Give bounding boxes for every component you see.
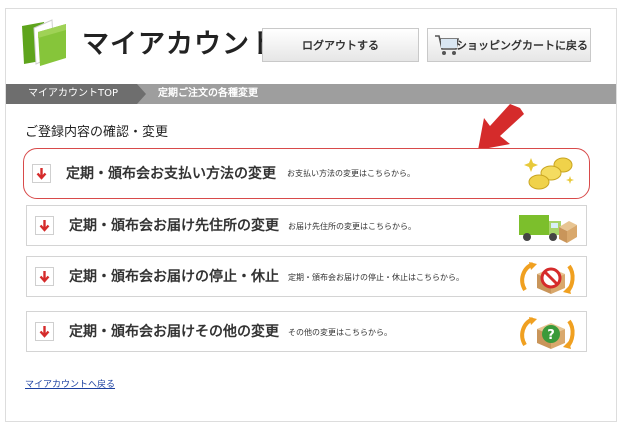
pointer-arrow-icon bbox=[478, 104, 524, 150]
arrow-down-icon bbox=[35, 322, 54, 341]
box-question-icon: ? bbox=[520, 317, 575, 349]
option-row-delivery-address[interactable]: 定期・頒布会お届け先住所の変更 お届け先住所の変更はこちらから。 bbox=[26, 205, 587, 246]
breadcrumb: マイアカウントTOP 定期ご注文の各種変更 bbox=[6, 84, 616, 104]
option-description: お支払い方法の変更はこちらから。 bbox=[287, 169, 415, 178]
page-title: マイアカウント bbox=[82, 29, 278, 60]
option-row-stop-pause-delivery[interactable]: 定期・頒布会お届けの停止・休止 定期・頒布会お届けの停止・休止はこちらから。 bbox=[26, 256, 587, 297]
box-prohibited-icon bbox=[520, 262, 575, 294]
option-label: 定期・頒布会お支払い方法の変更 bbox=[66, 166, 276, 182]
logout-button[interactable]: ログアウトする bbox=[262, 28, 419, 62]
option-row-payment-method[interactable]: 定期・頒布会お支払い方法の変更 お支払い方法の変更はこちらから。 bbox=[23, 148, 590, 199]
shopping-cart-icon bbox=[435, 35, 459, 55]
breadcrumb-item-current: 定期ご注文の各種変更 bbox=[158, 88, 258, 99]
svg-text:?: ? bbox=[547, 328, 555, 343]
coins-icon bbox=[524, 157, 574, 190]
option-description: お届け先住所の変更はこちらから。 bbox=[288, 222, 416, 231]
breadcrumb-item-mypage-top[interactable]: マイアカウントTOP bbox=[6, 84, 137, 104]
option-label: 定期・頒布会お届けの停止・休止 bbox=[69, 269, 279, 285]
folder-logo-icon bbox=[22, 19, 66, 66]
back-to-cart-label: ショッピングカートに戻る bbox=[456, 39, 588, 52]
arrow-down-icon bbox=[35, 267, 54, 286]
delivery-truck-icon bbox=[519, 215, 577, 243]
option-description: 定期・頒布会お届けの停止・休止はこちらから。 bbox=[288, 273, 464, 282]
back-to-cart-button[interactable]: ショッピングカートに戻る bbox=[427, 28, 591, 62]
option-row-other-changes[interactable]: 定期・頒布会お届けその他の変更 その他の変更はこちらから。 ? bbox=[26, 311, 587, 352]
option-label: 定期・頒布会お届け先住所の変更 bbox=[69, 218, 279, 234]
option-label: 定期・頒布会お届けその他の変更 bbox=[69, 324, 279, 340]
option-description: その他の変更はこちらから。 bbox=[288, 328, 392, 337]
arrow-down-icon bbox=[32, 164, 51, 183]
arrow-down-icon bbox=[35, 216, 54, 235]
section-title: ご登録内容の確認・変更 bbox=[25, 125, 169, 140]
back-to-mypage-link[interactable]: マイアカウントへ戻る bbox=[25, 377, 115, 390]
logout-button-label: ログアウトする bbox=[302, 39, 379, 52]
breadcrumb-separator bbox=[137, 84, 146, 104]
